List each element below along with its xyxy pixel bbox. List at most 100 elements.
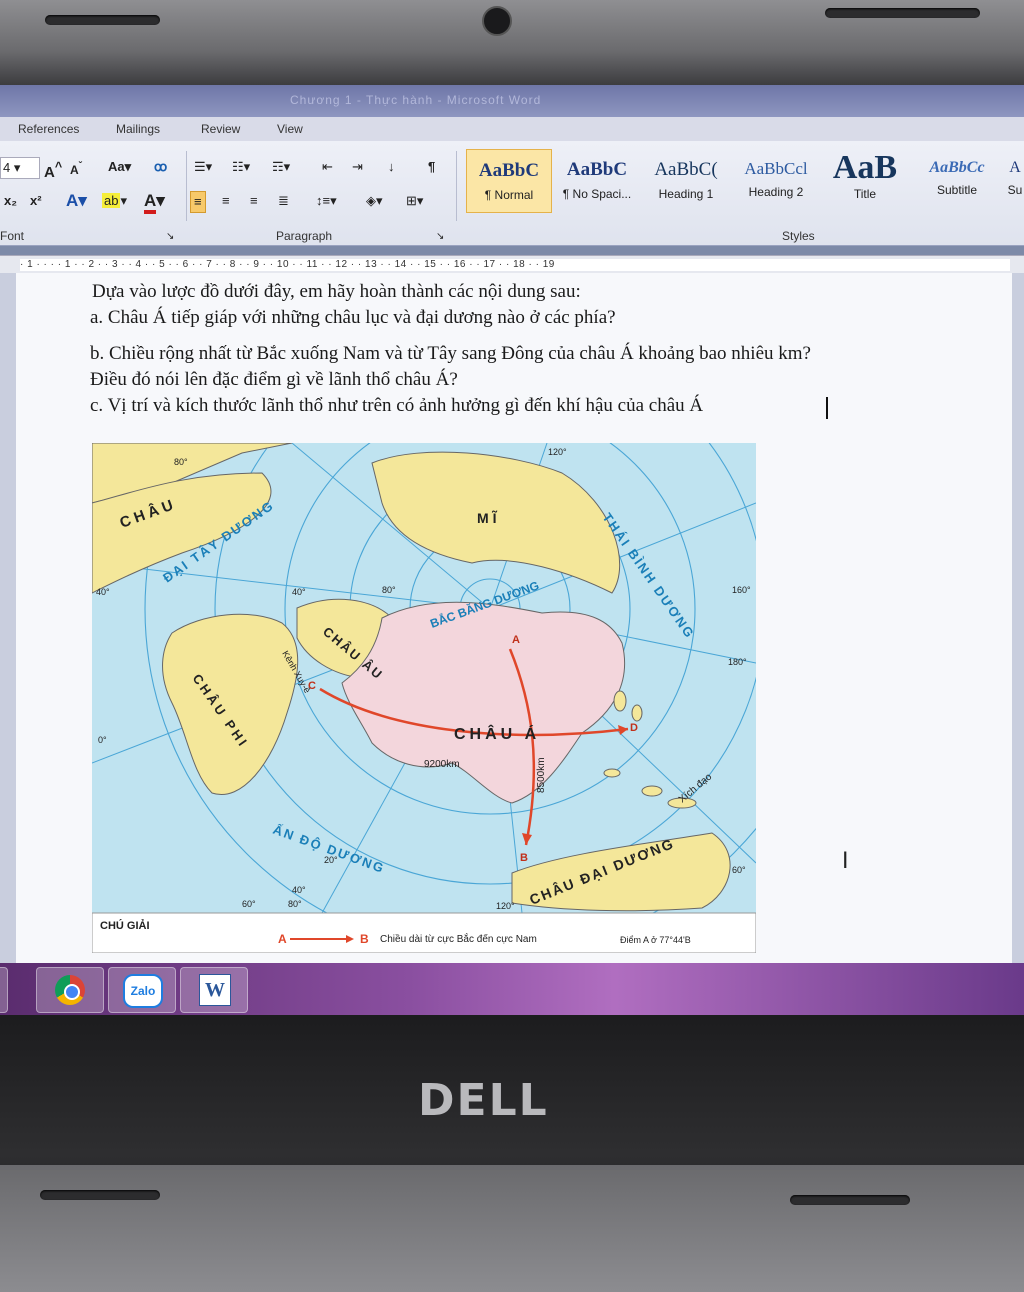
label-point-d: D: [630, 722, 638, 734]
asia-map: CHÂU MĨ ĐẠI TÂY DƯƠNG THÁI BÌNH DƯƠNG BẮ…: [92, 443, 756, 953]
style-name: Subtitle: [936, 183, 978, 197]
style-subtitle[interactable]: AaBbCc Subtitle: [912, 149, 1002, 211]
legend-description: Chiều dài từ cực Bắc đến cực Nam: [380, 932, 537, 945]
separator: [456, 151, 457, 221]
change-case-button[interactable]: Aa▾: [108, 157, 131, 177]
grow-font-button[interactable]: A^: [44, 157, 62, 181]
word-icon-text: W: [205, 979, 225, 1001]
laptop-top-bezel: [0, 0, 1024, 85]
style-sample: AaBbCcl: [744, 159, 808, 178]
style-name: Su: [1007, 183, 1023, 197]
degree-label: 40°: [292, 885, 306, 895]
legend-point-a: Điểm A ở 77°44'B: [620, 935, 691, 945]
numbering-icon[interactable]: ☷▾: [232, 157, 250, 177]
highlight-icon[interactable]: ab ▾: [102, 191, 127, 211]
paragraph-dialog-launcher[interactable]: ↘: [436, 227, 444, 247]
chrome-icon: [55, 975, 85, 1005]
style-no-spacing[interactable]: AaBbC ¶ No Spaci...: [554, 149, 640, 211]
tab-view[interactable]: View: [277, 122, 303, 136]
shading-icon[interactable]: ◈▾: [366, 191, 383, 211]
style-title[interactable]: AaB Title: [824, 149, 906, 211]
degree-label: 180°: [728, 657, 747, 667]
label-point-c: C: [308, 680, 316, 692]
style-heading-1[interactable]: AaBbC( Heading 1: [644, 149, 728, 211]
label-chau-my: MĨ: [477, 509, 501, 526]
tab-review[interactable]: Review: [201, 122, 240, 136]
bullets-icon[interactable]: ☰▾: [194, 157, 212, 177]
subscript-button[interactable]: x₂: [4, 191, 17, 211]
document-area: Dựa vào lược đồ dưới đây, em hãy hoàn th…: [0, 273, 1024, 963]
taskbar-button-zalo[interactable]: Zalo: [108, 967, 176, 1013]
clear-format-icon[interactable]: ꚙ: [154, 157, 167, 177]
shrink-font-button[interactable]: Aˇ: [70, 157, 82, 177]
degree-label: 120°: [496, 901, 515, 911]
separator: [186, 151, 187, 221]
bezel-clip-right: [825, 8, 980, 18]
text-cursor: [826, 397, 828, 419]
taskbar-button-chrome[interactable]: [36, 967, 104, 1013]
styles-group-label: Styles: [782, 229, 815, 243]
style-name: ¶ Normal: [484, 188, 534, 202]
laptop-hinge: [0, 1165, 1024, 1292]
hinge-slot-left: [40, 1190, 160, 1200]
style-heading-2[interactable]: AaBbCcl Heading 2: [732, 149, 820, 211]
tab-mailings[interactable]: Mailings: [116, 122, 160, 136]
word-icon: W: [199, 974, 231, 1006]
justify-icon[interactable]: ≣: [278, 191, 289, 211]
font-dialog-launcher[interactable]: ↘: [166, 227, 174, 247]
font-size-select[interactable]: 4 ▾: [0, 157, 40, 179]
style-name: ¶ No Spaci...: [562, 187, 632, 201]
taskbar-button-partial[interactable]: [0, 967, 8, 1013]
shrink-font-label: A: [70, 163, 79, 177]
ribbon: 4 ▾ A^ Aˇ Aa▾ ꚙ x₂ x² A▾ ab ▾ A▾ ☰▾ ☷▾ ☶▾…: [0, 141, 1024, 246]
label-point-a: A: [512, 634, 520, 646]
font-group-label: Font: [0, 229, 25, 243]
window-title: Chương 1 - Thực hành - Microsoft Word: [290, 93, 542, 107]
multilevel-list-icon[interactable]: ☶▾: [272, 157, 290, 177]
ribbon-tab-bar: References Mailings Review View: [0, 117, 1024, 141]
legend-b: B: [360, 932, 369, 946]
style-name: Heading 2: [748, 185, 804, 199]
font-size-value: 4: [3, 160, 11, 175]
line-spacing-icon[interactable]: ↕≡▾: [316, 191, 337, 211]
align-left-icon[interactable]: ≡: [190, 191, 206, 213]
doc-line-question-b2: Điều đó nói lên đặc điểm gì về lãnh thổ …: [90, 369, 458, 390]
increase-indent-icon[interactable]: ⇥: [352, 157, 363, 177]
doc-line-question-a: a. Châu Á tiếp giáp với những châu lục v…: [90, 307, 616, 328]
zalo-icon: Zalo: [123, 974, 163, 1008]
degree-label: 80°: [288, 899, 302, 909]
style-sample: AaB: [832, 149, 898, 186]
style-name: Title: [853, 187, 877, 201]
decrease-indent-icon[interactable]: ⇤: [322, 157, 333, 177]
label-9200km: 9200km: [424, 759, 460, 770]
paragraph-group-label: Paragraph: [276, 229, 333, 243]
degree-label: 60°: [732, 865, 746, 875]
superscript-button[interactable]: x²: [30, 191, 42, 211]
taskbar: Zalo W: [0, 963, 1024, 1015]
show-marks-icon[interactable]: ¶: [428, 157, 435, 177]
horizontal-ruler[interactable]: · 1 · · · · 1 · · 2 · · 3 · · 4 · · 5 · …: [0, 255, 1024, 275]
align-center-icon[interactable]: ≡: [222, 191, 230, 211]
tab-references[interactable]: References: [18, 122, 79, 136]
doc-line-question-c: c. Vị trí và kích thước lãnh thổ như trê…: [90, 395, 704, 416]
zalo-icon-text: Zalo: [130, 984, 156, 998]
dell-logo: DELL: [418, 1075, 549, 1126]
degree-label: 40°: [96, 587, 110, 597]
ruler-scale: · 1 · · · · 1 · · 2 · · 3 · · 4 · · 5 · …: [20, 259, 1010, 271]
borders-icon[interactable]: ⊞▾: [406, 191, 423, 211]
document-page[interactable]: Dựa vào lược đồ dưới đây, em hãy hoàn th…: [16, 273, 1012, 963]
style-sample: AaBbC(: [654, 159, 718, 180]
font-color-icon[interactable]: A▾: [144, 191, 165, 214]
style-normal[interactable]: AaBbC ¶ Normal: [466, 149, 552, 213]
change-case-label: Aa: [108, 159, 125, 174]
style-name: Heading 1: [658, 187, 714, 201]
degree-label: 40°: [292, 587, 306, 597]
align-right-icon[interactable]: ≡: [250, 191, 258, 211]
sort-icon[interactable]: ↓: [388, 157, 395, 177]
bezel-clip-left: [45, 15, 160, 25]
style-sample: A: [1009, 159, 1021, 176]
style-subtle[interactable]: A Su: [1006, 149, 1024, 211]
text-effects-icon[interactable]: A▾: [66, 191, 87, 211]
mouse-ibeam-cursor: I: [842, 849, 849, 874]
taskbar-button-word[interactable]: W: [180, 967, 248, 1013]
